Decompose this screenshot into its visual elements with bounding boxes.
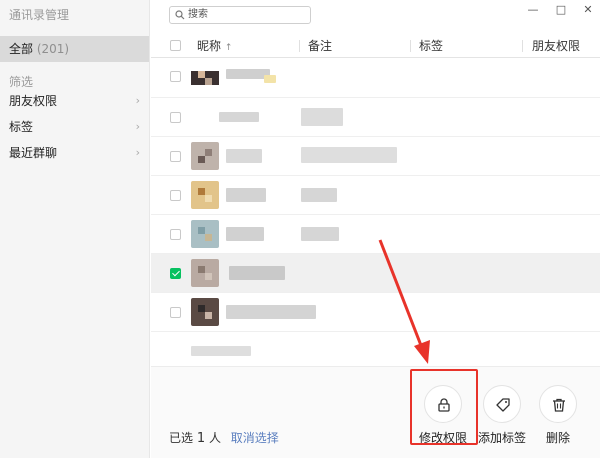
table-row[interactable] xyxy=(151,176,600,215)
table-row[interactable] xyxy=(151,59,600,98)
sort-up-icon: ↑ xyxy=(224,43,233,53)
blurred-nickname xyxy=(226,188,266,202)
blurred-nickname xyxy=(226,149,262,163)
avatar xyxy=(191,220,219,248)
column-nickname[interactable]: 昵称 ↑ xyxy=(197,38,232,56)
blurred-remark xyxy=(301,188,337,202)
chevron-right-icon: › xyxy=(135,94,140,107)
column-tags[interactable]: 标签 xyxy=(419,38,443,54)
action-label: 添加标签 xyxy=(477,431,526,445)
blurred-nickname xyxy=(226,227,264,241)
sidebar-item-label: 标签 xyxy=(9,120,34,134)
row-checkbox[interactable] xyxy=(170,71,181,82)
minimize-button[interactable]: — xyxy=(525,3,541,17)
select-all-checkbox[interactable] xyxy=(170,40,181,51)
avatar xyxy=(191,259,219,287)
search-icon xyxy=(175,10,185,20)
column-friend-permission[interactable]: 朋友权限 xyxy=(532,38,580,54)
selection-info: 已选 1 人 取消选择 xyxy=(169,431,279,446)
row-checkbox[interactable] xyxy=(170,112,181,123)
chevron-right-icon: › xyxy=(135,146,140,159)
sidebar-item-tags[interactable]: 标签 › xyxy=(0,114,149,140)
column-divider xyxy=(299,40,300,52)
selected-count: 1 xyxy=(196,431,206,446)
column-divider xyxy=(410,40,411,52)
blurred-remark xyxy=(301,227,339,241)
sidebar-item-label: 最近群聊 xyxy=(9,146,58,160)
avatar xyxy=(191,181,219,209)
table-row[interactable] xyxy=(151,98,600,137)
action-bar: 已选 1 人 取消选择 修改权限 添加标签 删除 xyxy=(151,366,600,458)
highlight-box xyxy=(410,369,478,445)
maximize-button[interactable]: □ xyxy=(553,3,569,17)
close-button[interactable]: ✕ xyxy=(580,3,596,17)
app-title: 通讯录管理 xyxy=(9,8,70,22)
column-remark[interactable]: 备注 xyxy=(308,38,332,54)
trash-icon xyxy=(553,398,565,412)
sidebar-item-all[interactable]: 全部 (201) xyxy=(0,36,149,62)
table-row[interactable] xyxy=(151,137,600,176)
blurred-nickname xyxy=(264,75,276,83)
search-input[interactable]: 搜索 xyxy=(169,6,311,24)
delete-circle[interactable] xyxy=(539,385,577,423)
search-placeholder: 搜索 xyxy=(188,9,208,20)
action-label: 删除 xyxy=(545,431,570,445)
blurred-nickname xyxy=(226,305,316,319)
row-checkbox[interactable] xyxy=(170,190,181,201)
row-checkbox[interactable] xyxy=(170,229,181,240)
table-header: 昵称 ↑ 备注 标签 朋友权限 xyxy=(151,34,600,58)
avatar xyxy=(191,298,219,326)
sidebar: 通讯录管理 全部 (201) 筛选 朋友权限 › 标签 › 最近群聊 › xyxy=(0,0,150,458)
add-tag-button[interactable]: 添加标签 xyxy=(474,385,530,446)
blurred-nickname xyxy=(219,112,259,122)
blurred-nickname xyxy=(229,266,285,280)
sidebar-item-label: 朋友权限 xyxy=(9,94,58,108)
blurred-remark xyxy=(301,108,343,126)
blurred-remark xyxy=(301,147,397,163)
sidebar-item-recent-groups[interactable]: 最近群聊 › xyxy=(0,140,149,166)
row-checkbox[interactable] xyxy=(170,151,181,162)
annotation-arrow-icon xyxy=(378,239,430,364)
avatar xyxy=(191,142,219,170)
blurred-nickname xyxy=(191,346,251,356)
avatar xyxy=(191,64,219,92)
cancel-selection-link[interactable]: 取消选择 xyxy=(231,431,279,445)
add-tag-circle[interactable] xyxy=(483,385,521,423)
sidebar-all-label: 全部 xyxy=(9,42,34,56)
tag-icon xyxy=(496,398,510,412)
column-divider xyxy=(522,40,523,52)
sidebar-item-friend-permissions[interactable]: 朋友权限 › xyxy=(0,88,149,114)
row-checkbox-checked[interactable] xyxy=(170,268,181,279)
row-checkbox[interactable] xyxy=(170,307,181,318)
sidebar-all-count: (201) xyxy=(36,42,70,56)
delete-button[interactable]: 删除 xyxy=(530,385,586,446)
chevron-right-icon: › xyxy=(135,120,140,133)
